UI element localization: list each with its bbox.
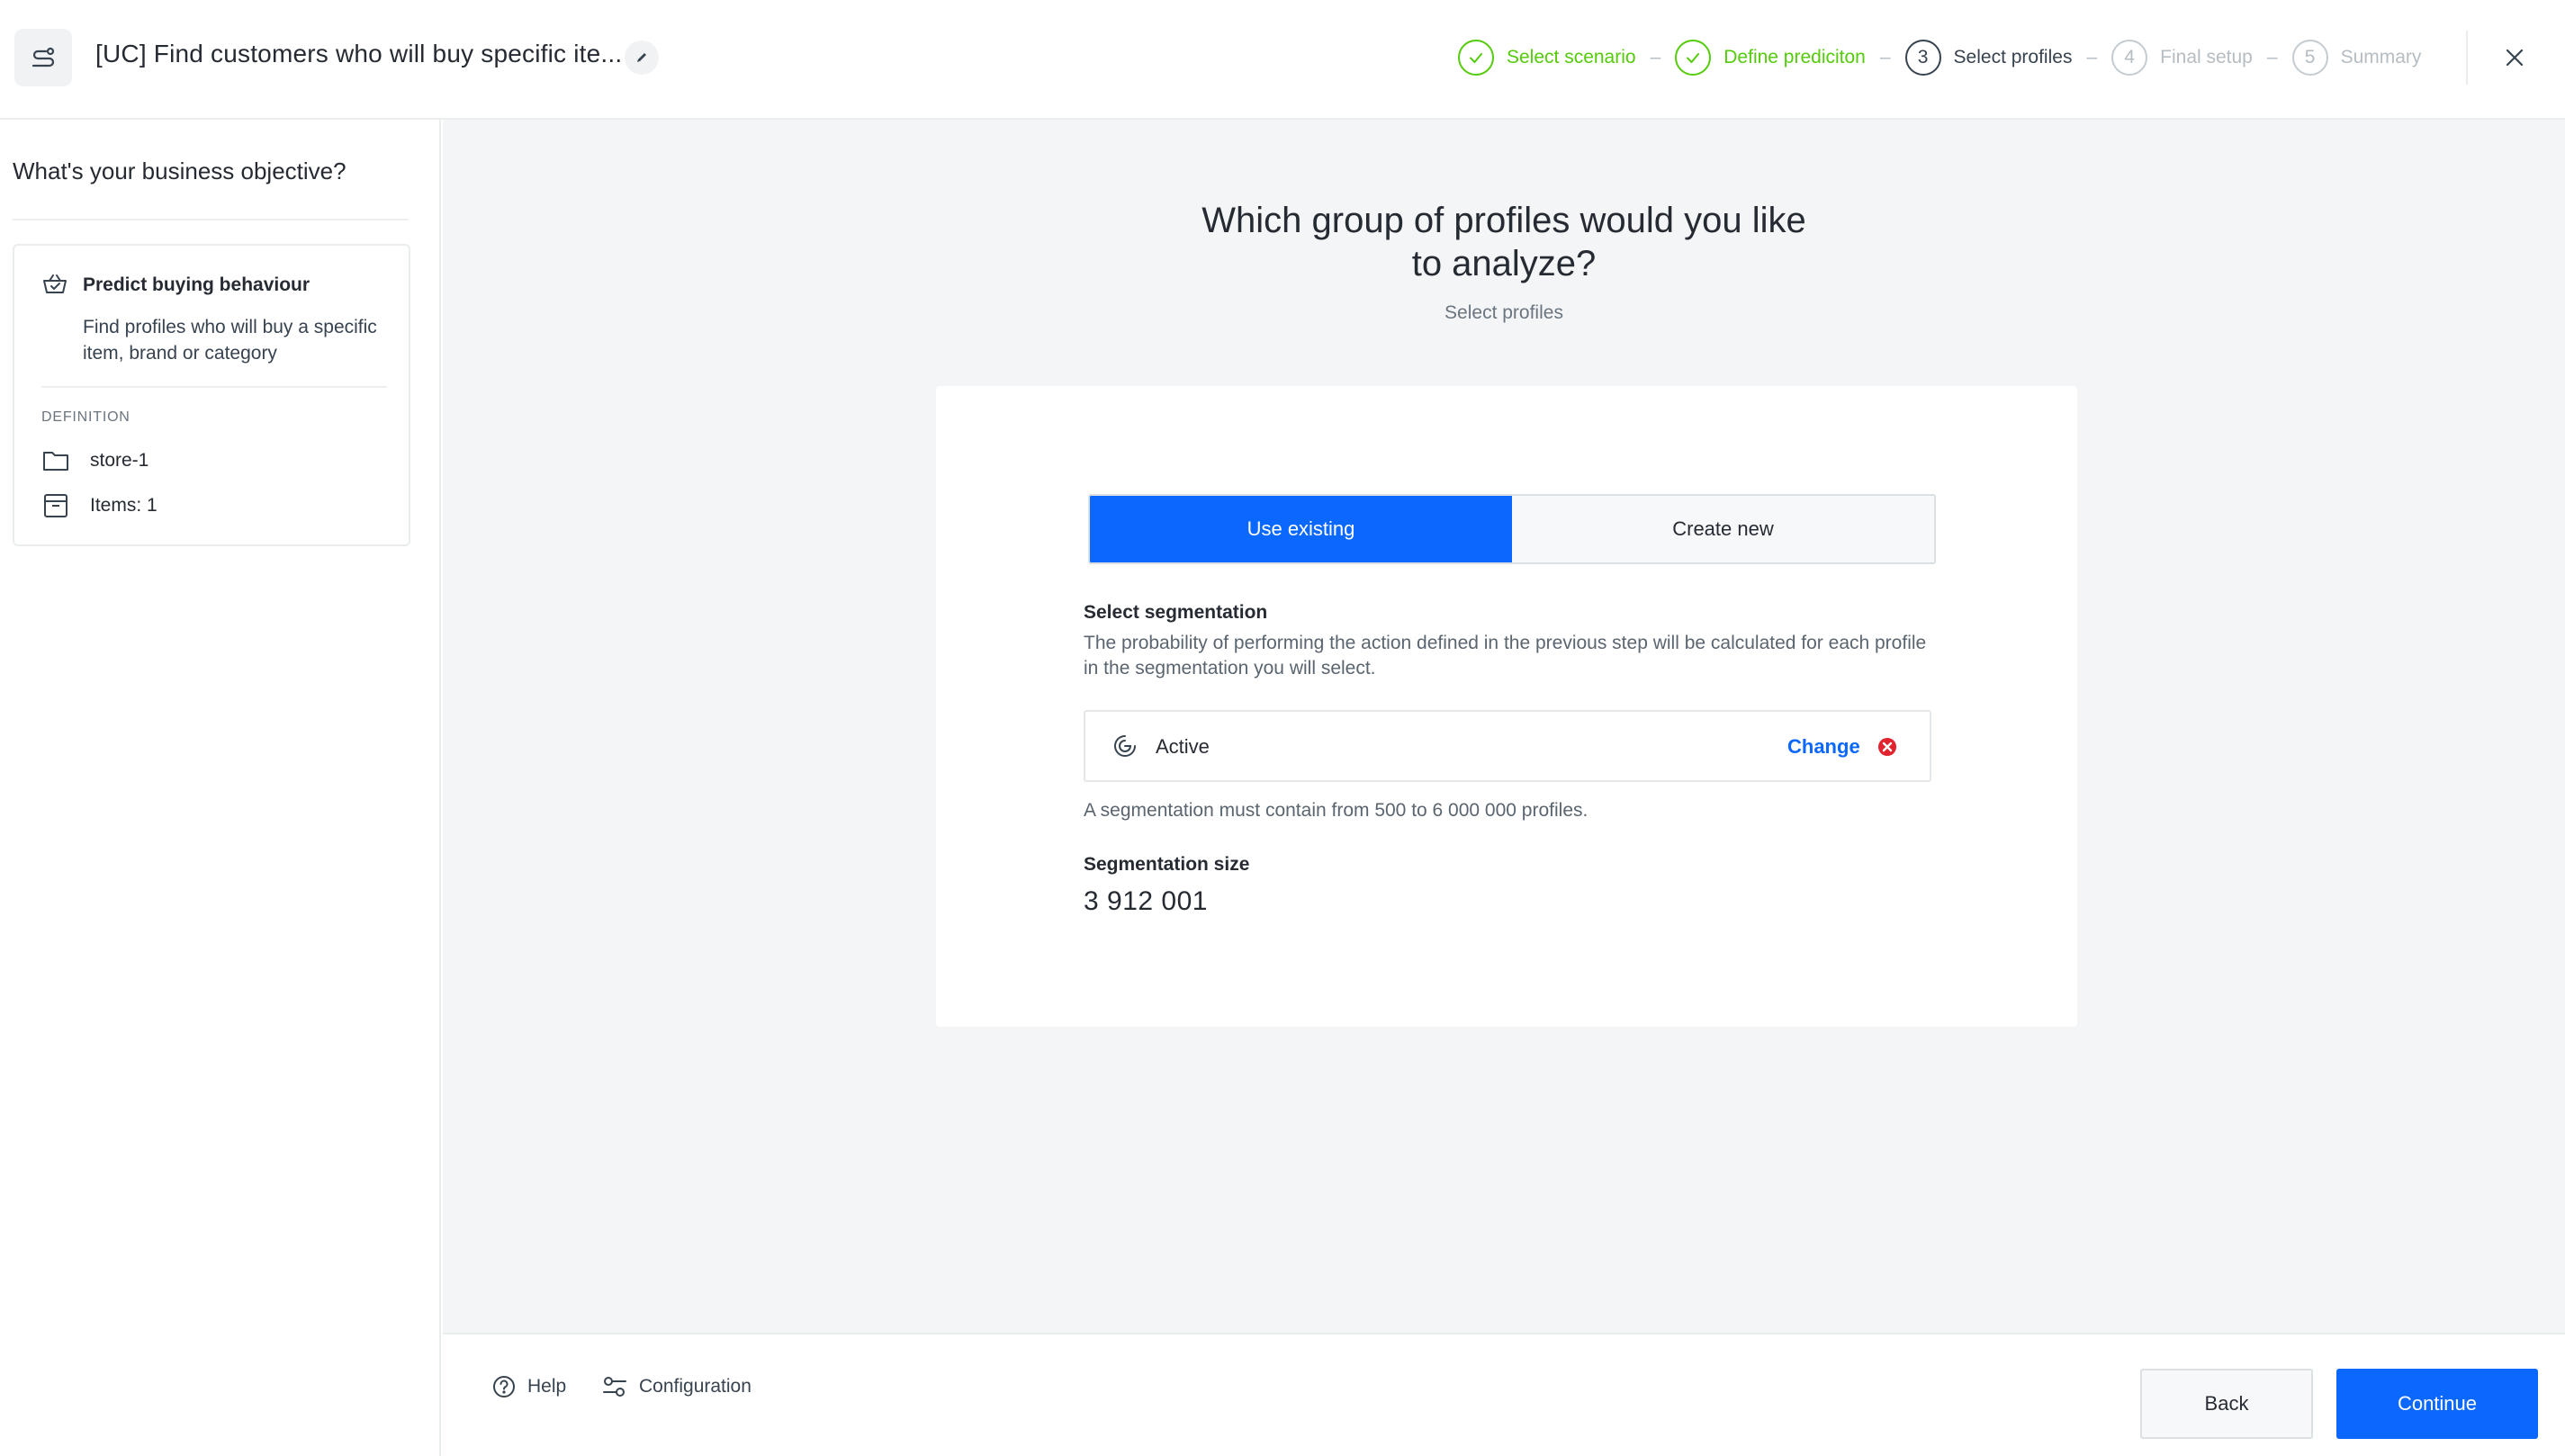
objective-card: Predict buying behaviour Find profiles w… [13,244,410,546]
selected-segmentation: Active [1156,735,1210,758]
step-select-scenario[interactable]: Select scenario [1458,40,1636,76]
definition-item-label: Items: 1 [90,495,158,516]
top-bar: [UC] Find customers who will buy specifi… [0,0,2565,120]
objective-title: Predict buying behaviour [83,274,310,295]
wizard-stepper: Select scenario – Define prediciton – 3 … [1458,40,2421,76]
segmentation-note: A segmentation must contain from 500 to … [1084,800,1588,821]
use-existing-button[interactable]: Use existing [1090,496,1512,562]
main-title-text: Which group of profiles would you like t… [1202,201,1806,283]
main-subtitle: Select profiles [1444,302,1563,323]
sidebar-heading: What's your business objective? [13,157,346,184]
configuration-label: Configuration [639,1376,752,1397]
segmentation-selector[interactable]: Active Change [1084,710,1931,782]
back-button[interactable]: Back [2140,1369,2313,1439]
configuration-link[interactable]: Configuration [601,1374,752,1399]
help-link[interactable]: Help [491,1374,566,1399]
definition-item-store: store-1 [41,449,148,472]
remove-icon[interactable] [1877,737,1897,761]
segmentation-description: The probability of performing the action… [1084,633,1927,679]
check-icon [1458,40,1494,76]
help-label: Help [527,1376,567,1397]
main-title: Which group of profiles would you like t… [443,199,2565,285]
step-summary: 5 Summary [2291,40,2422,76]
step-separator: – [1650,47,1661,67]
step-separator: – [1879,47,1891,67]
help-icon [493,1376,515,1398]
step-number: 5 [2291,40,2328,76]
header-divider [2466,31,2468,85]
main-content: Which group of profiles would you like t… [443,120,2565,1333]
divider [41,386,387,388]
segmentation-icon [1112,733,1138,763]
folder-icon [43,452,68,471]
segmentation-size-value: 3 912 001 [1084,886,1208,916]
step-separator: – [2266,47,2278,67]
sidebar: What's your business objective? Predict … [0,120,441,1456]
basket-icon [41,273,68,301]
step-label: Define prediciton [1724,47,1866,67]
create-new-button[interactable]: Create new [1512,496,1934,562]
segmentation-label: Select segmentation [1084,602,1268,623]
step-separator: – [2086,47,2098,67]
settings-sliders-icon [603,1377,626,1397]
source-toggle: Use existing Create new [1088,494,1936,564]
change-segmentation-link[interactable]: Change [1787,735,1860,759]
step-define-prediction[interactable]: Define prediciton [1675,40,1866,76]
objective-description: Find profiles who will buy a specific it… [83,317,377,364]
check-icon [1675,40,1712,76]
pencil-icon[interactable] [625,40,659,75]
definition-item-label: store-1 [90,450,149,471]
definition-item-items: Items: 1 [41,492,158,519]
close-icon[interactable] [2497,40,2533,76]
footer-bar: Help Configuration Back Continue [443,1333,2565,1456]
step-label: Select profiles [1953,47,2073,67]
step-select-profiles[interactable]: 3 Select profiles [1904,40,2073,76]
segmentation-size-label: Segmentation size [1084,854,1250,875]
step-label: Final setup [2160,47,2253,67]
definition-label: DEFINITION [41,409,130,425]
divider [13,219,409,220]
catalog-icon [44,494,68,517]
step-final-setup: 4 Final setup [2111,40,2253,76]
profiles-panel: Use existing Create new Select segmentat… [936,386,2077,1027]
step-label: Summary [2340,47,2422,67]
continue-button[interactable]: Continue [2336,1369,2538,1439]
step-number: 4 [2111,40,2148,76]
flow-icon[interactable] [14,29,72,86]
page-title: [UC] Find customers who will buy specifi… [95,40,623,67]
step-number: 3 [1904,40,1941,76]
step-label: Select scenario [1507,47,1636,67]
